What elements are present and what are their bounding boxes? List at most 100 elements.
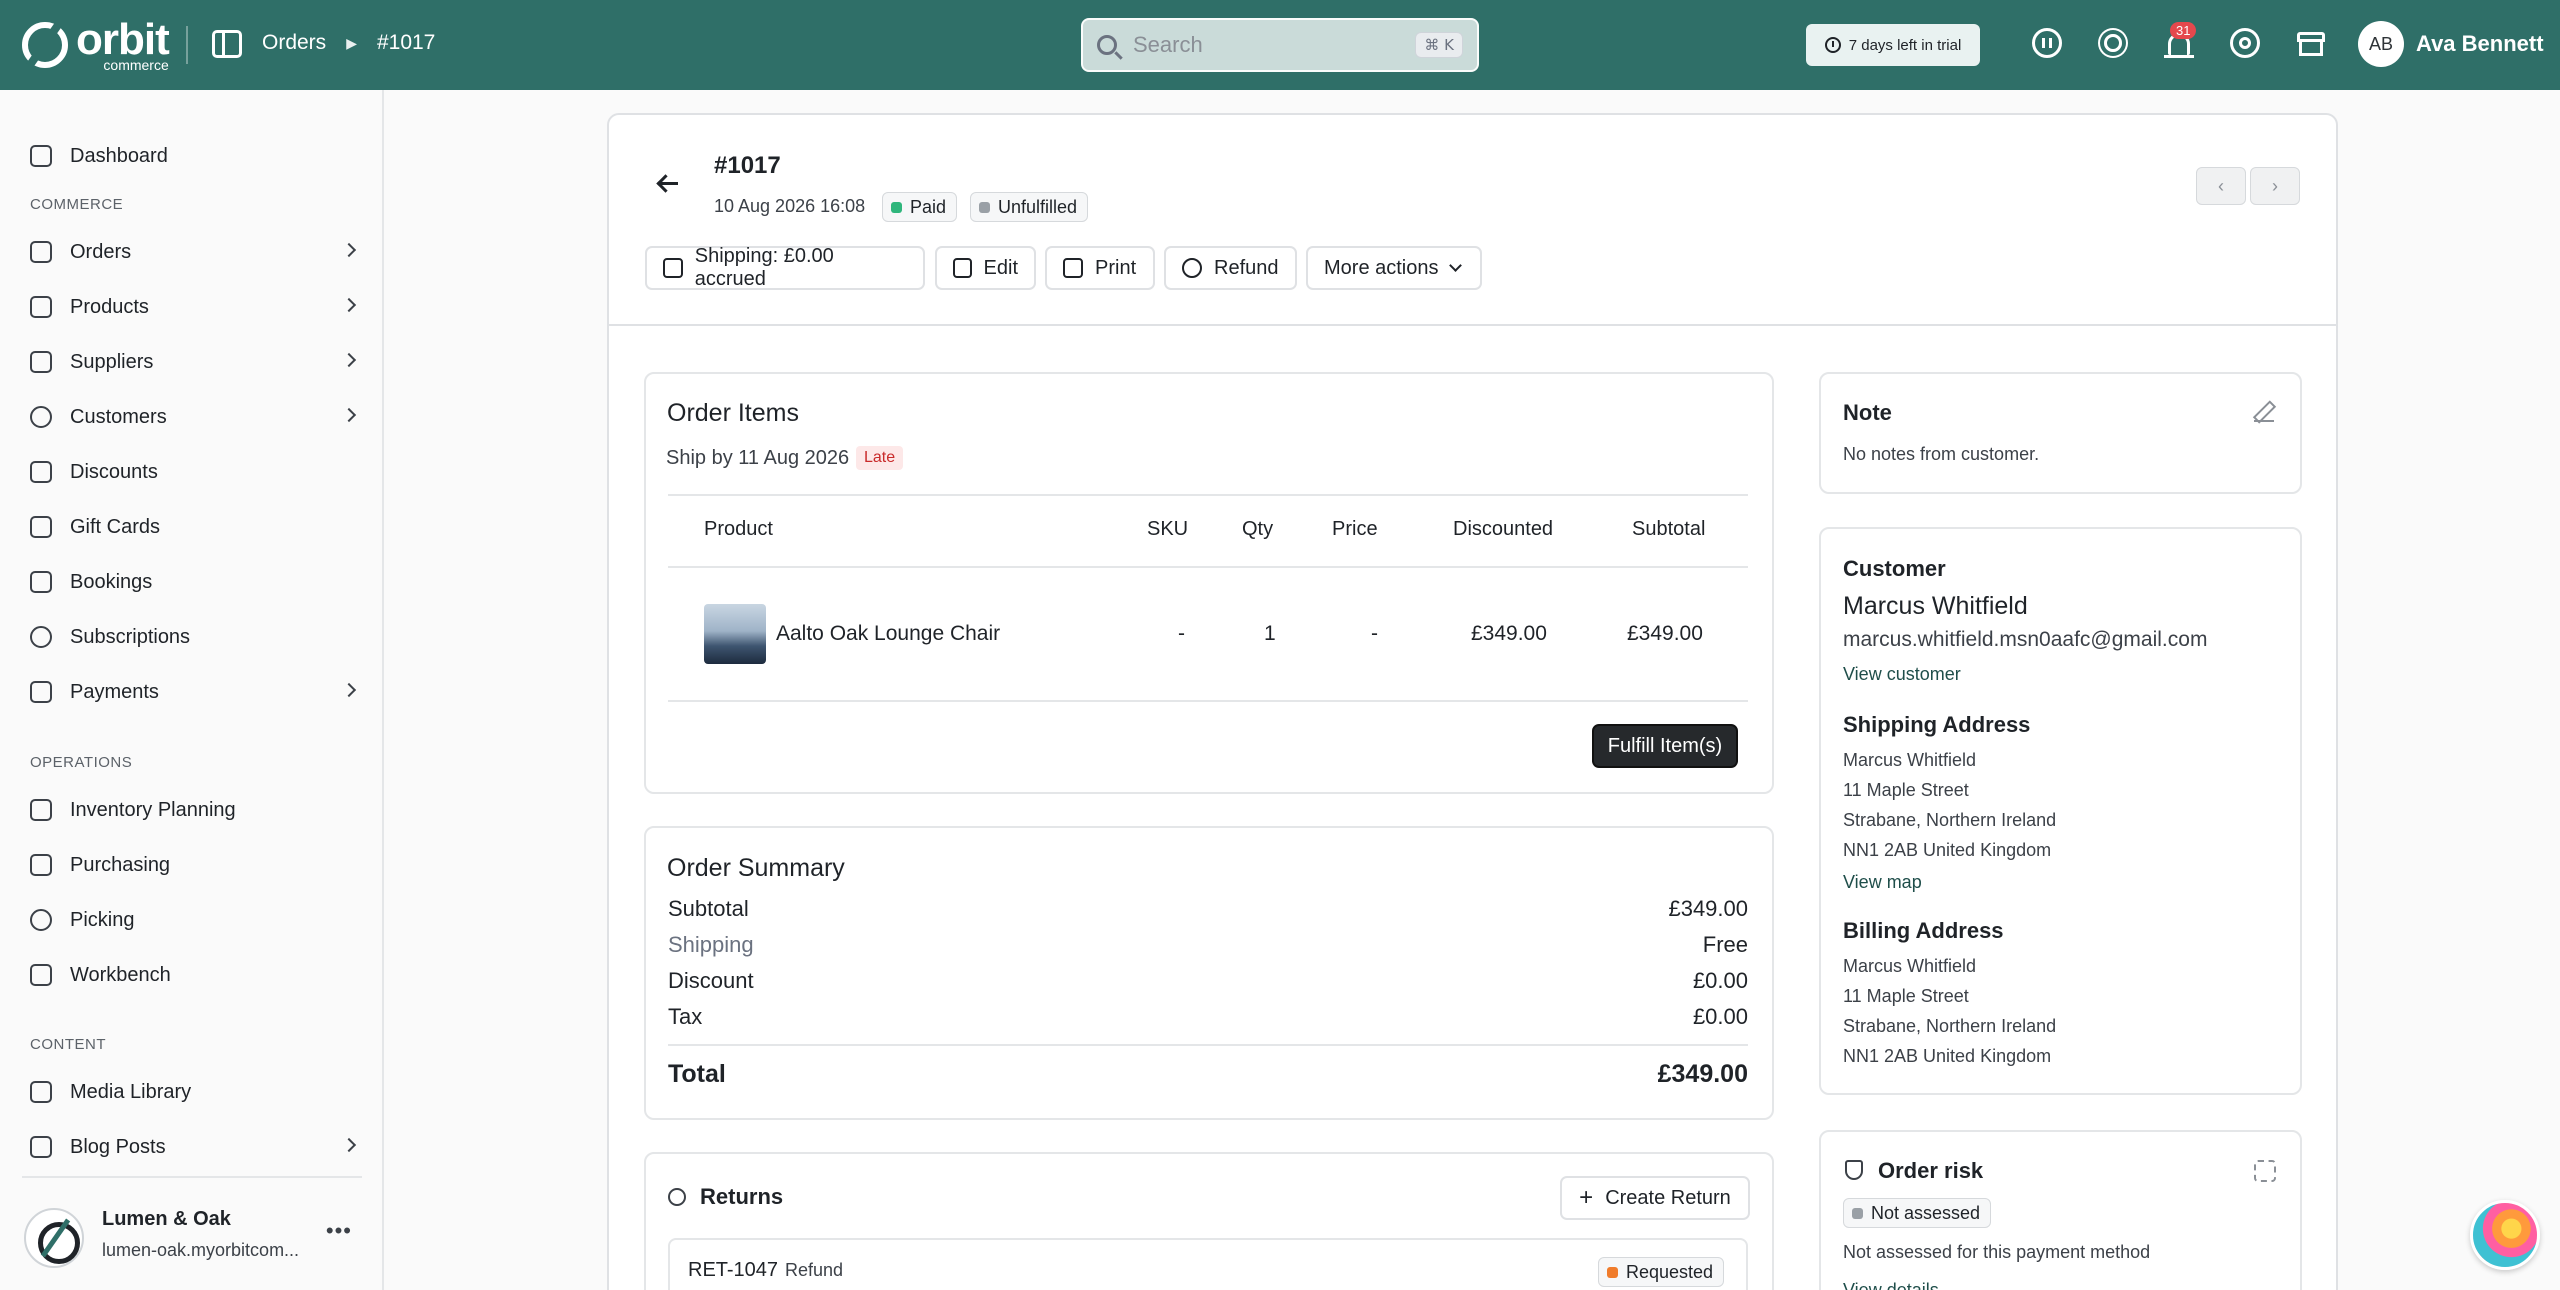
sidebar-item-label: Payments <box>70 680 159 703</box>
print-button[interactable]: Print <box>1045 246 1155 290</box>
repeat-icon <box>30 626 52 648</box>
sidebar-item-orders[interactable]: Orders <box>30 232 360 272</box>
product-subtotal: £349.00 <box>1627 622 1703 645</box>
box-icon <box>30 296 52 318</box>
create-return-button[interactable]: + Create Return <box>1560 1176 1750 1220</box>
image-icon <box>30 1081 52 1103</box>
status-badge-unfulfilled: Unfulfilled <box>970 192 1089 222</box>
section-commerce: COMMERCE <box>30 196 124 213</box>
brand-logo[interactable]: orbit commerce <box>22 15 170 72</box>
assistant-launcher-icon[interactable] <box>2470 1200 2540 1270</box>
refund-button[interactable]: Refund <box>1164 246 1297 290</box>
more-horizontal-icon[interactable]: ••• <box>326 1218 352 1244</box>
chevron-right-icon <box>341 352 357 368</box>
sidebar-item-blog-posts[interactable]: Blog Posts <box>30 1127 360 1167</box>
col-price: Price <box>1332 518 1378 540</box>
sidebar-item-label: Purchasing <box>70 853 171 876</box>
sidebar-item-bookings[interactable]: Bookings <box>30 562 360 602</box>
summary-value: £0.00 <box>1692 1004 1748 1029</box>
theme-sun-icon[interactable] <box>2098 28 2132 62</box>
sidebar-item-products[interactable]: Products <box>30 287 360 327</box>
edit-label: Edit <box>983 256 1018 279</box>
return-status-badge: Requested <box>1598 1257 1725 1287</box>
sidebar-item-gift-cards[interactable]: Gift Cards <box>30 507 360 547</box>
product-thumbnail[interactable] <box>704 604 766 664</box>
help-lifebuoy-icon[interactable] <box>2230 28 2264 62</box>
back-arrow-icon[interactable] <box>657 172 679 194</box>
header-divider-line <box>607 324 2338 326</box>
return-id[interactable]: RET-1047 <box>688 1259 778 1282</box>
more-actions-label: More actions <box>1324 256 1439 279</box>
avatar[interactable]: AB <box>2358 21 2404 67</box>
order-items-title: Order Items <box>667 399 799 427</box>
sidebar-item-label: Dashboard <box>70 144 168 167</box>
shipping-line: 11 Maple Street <box>1843 780 1969 800</box>
search-box[interactable]: Search ⌘ K <box>1081 18 1479 72</box>
risk-text: Not assessed for this payment method <box>1843 1242 2151 1262</box>
more-actions-button[interactable]: More actions <box>1306 246 1482 290</box>
fulfill-items-button[interactable]: Fulfill Item(s) <box>1592 724 1738 768</box>
sidebar-item-label: Blog Posts <box>70 1135 166 1158</box>
notification-count-badge: 31 <box>2170 22 2197 39</box>
sidebar-item-dashboard[interactable]: Dashboard <box>30 136 360 176</box>
shipping-line: Strabane, Northern Ireland <box>1843 810 2057 830</box>
calendar-icon <box>30 571 52 593</box>
sidebar-item-subscriptions[interactable]: Subscriptions <box>30 617 360 657</box>
receipt-icon <box>30 241 52 263</box>
note-card <box>1819 372 2302 494</box>
chevron-right-icon <box>341 297 357 313</box>
summary-divider <box>668 1044 1748 1046</box>
plus-icon: + <box>1579 1184 1594 1211</box>
scan-icon[interactable] <box>2254 1160 2276 1182</box>
sidebar-item-purchasing[interactable]: Purchasing <box>30 845 360 885</box>
sidebar-item-suppliers[interactable]: Suppliers <box>30 342 360 382</box>
sidebar-item-label: Bookings <box>70 570 153 593</box>
customer-name: Marcus Whitfield <box>1843 592 2028 620</box>
product-sku: - <box>1178 622 1185 645</box>
paid-dot-icon <box>891 201 902 213</box>
clock-icon <box>1824 37 1841 53</box>
sidebar: Dashboard COMMERCE Orders Products Suppl… <box>0 90 384 1290</box>
sidebar-item-picking[interactable]: Picking <box>30 900 360 940</box>
sidebar-toggle-icon[interactable] <box>212 30 242 58</box>
sidebar-item-workbench[interactable]: Workbench <box>30 955 360 995</box>
sidebar-item-customers[interactable]: Customers <box>30 397 360 437</box>
document-icon <box>30 1136 52 1158</box>
sidebar-item-media-library[interactable]: Media Library <box>30 1072 360 1112</box>
table-top-border <box>668 494 1748 496</box>
note-text: No notes from customer. <box>1843 444 2040 464</box>
sidebar-item-discounts[interactable]: Discounts <box>30 452 360 492</box>
trial-text: 7 days left in trial <box>1848 36 1962 54</box>
section-content: CONTENT <box>30 1036 106 1053</box>
trial-badge[interactable]: 7 days left in trial <box>1806 24 1980 66</box>
view-customer-link[interactable]: View customer <box>1843 664 1961 685</box>
edit-button[interactable]: Edit <box>935 246 1036 290</box>
header-divider <box>186 26 188 64</box>
edit-note-pencil-icon[interactable] <box>2254 402 2274 422</box>
risk-details-link[interactable]: View details <box>1843 1280 1939 1290</box>
user-name[interactable]: Ava Bennett <box>2416 31 2544 57</box>
ai-assistant-icon[interactable] <box>2032 28 2066 62</box>
storefront-icon[interactable] <box>2296 28 2330 62</box>
view-map-link[interactable]: View map <box>1843 872 1922 893</box>
brand-name: orbit <box>76 15 170 64</box>
store-switcher[interactable]: Lumen & Oak lumen-oak.myorbitcom... ••• <box>22 1176 362 1286</box>
pencil-icon <box>953 258 972 278</box>
next-order-button[interactable]: › <box>2250 167 2300 205</box>
product-name[interactable]: Aalto Oak Lounge Chair <box>776 622 1000 646</box>
orbit-logo-icon <box>22 22 68 68</box>
unfulfilled-dot-icon <box>979 201 990 213</box>
refund-label: Refund <box>1214 256 1279 279</box>
previous-order-button[interactable]: ‹ <box>2196 167 2246 205</box>
store-logo-icon <box>24 1208 84 1268</box>
breadcrumb-orders[interactable]: Orders <box>262 31 326 55</box>
sidebar-item-inventory-planning[interactable]: Inventory Planning <box>30 790 360 830</box>
chevron-down-icon <box>1448 259 1462 272</box>
shipping-line: NN1 2AB United Kingdom <box>1843 840 2052 860</box>
shipping-accrued-button[interactable]: Shipping: £0.00 accrued <box>645 245 925 290</box>
section-operations: OPERATIONS <box>30 754 133 771</box>
customer-email[interactable]: marcus.whitfield.msn0aafc@gmail.com <box>1843 628 2207 652</box>
sidebar-item-payments[interactable]: Payments <box>30 672 360 712</box>
sidebar-item-label: Orders <box>70 240 132 263</box>
table-bottom-border <box>668 700 1748 702</box>
